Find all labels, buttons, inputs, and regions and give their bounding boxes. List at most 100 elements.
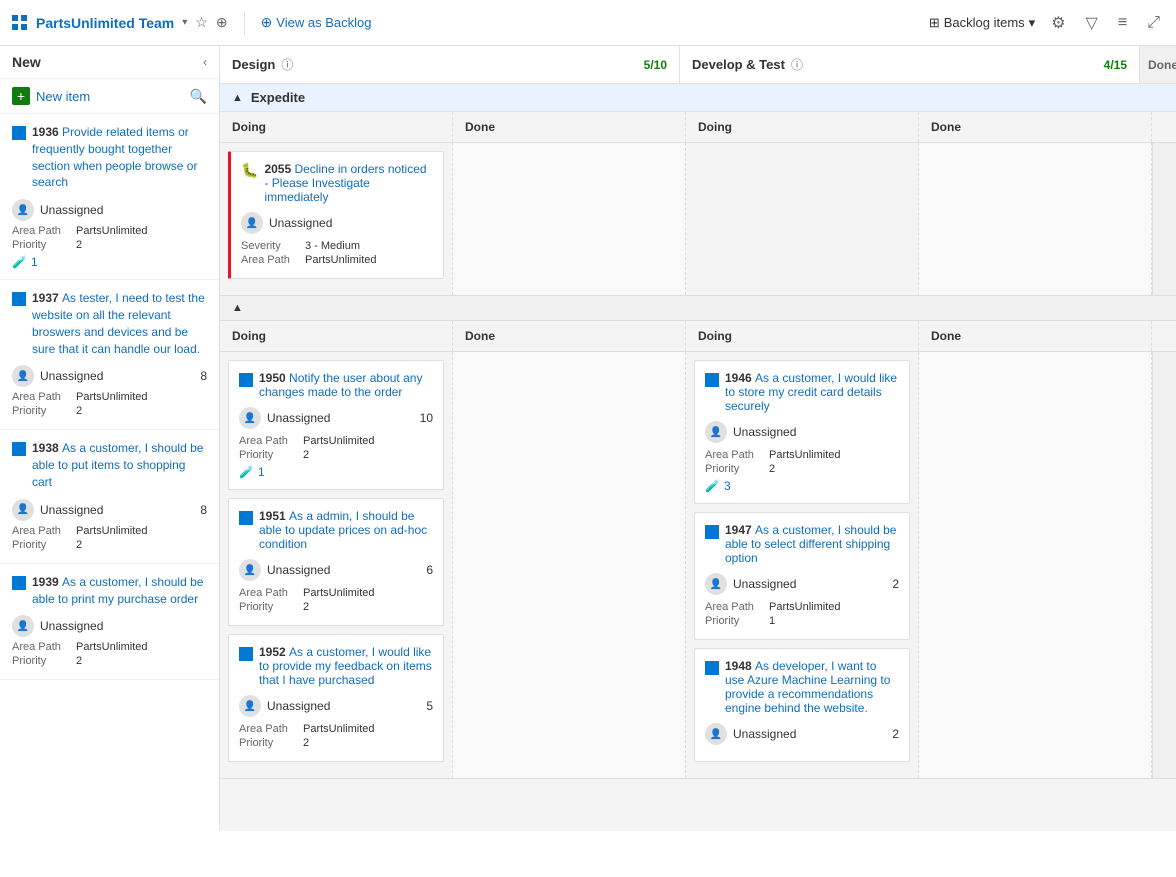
team-chevron-icon[interactable]: ▾ xyxy=(182,17,187,28)
sidebar-toolbar: + New item 🔍 xyxy=(0,79,219,114)
expedite-devtest-done-header: Done xyxy=(919,112,1152,142)
user-story-icon xyxy=(705,373,719,387)
default-design-done-col xyxy=(453,352,686,778)
priority-row: Priority 2 xyxy=(239,601,433,613)
assignee-name: Unassigned xyxy=(733,425,796,439)
card-title-row: 1946 As a customer, I would like to stor… xyxy=(705,371,899,413)
done-label: Done xyxy=(1148,58,1176,72)
area-path-row: Area Path PartsUnlimited xyxy=(239,723,433,735)
assignee-row: 👤 Unassigned xyxy=(12,199,207,221)
card-title-row: 1948 As developer, I want to use Azure M… xyxy=(705,659,899,715)
expedite-design-done-col xyxy=(453,143,686,295)
view-options-icon[interactable]: ≡ xyxy=(1114,10,1131,36)
board-card-1950[interactable]: 1950 Notify the user about any changes m… xyxy=(228,360,444,490)
assignee-row: 👤 Unassigned 8 xyxy=(12,365,207,387)
view-backlog-icon: ⊕ xyxy=(261,14,273,31)
card-count: 2 xyxy=(892,727,899,741)
expedite-swimlane-header[interactable]: ▲ Expedite xyxy=(220,84,1176,112)
backlog-items-button[interactable]: ⊞ Backlog items ▾ xyxy=(929,15,1035,31)
user-story-icon xyxy=(239,511,253,525)
default-swimlane-header[interactable]: ▲ xyxy=(220,296,1176,321)
test-beaker-icon: 🧪 xyxy=(239,465,254,479)
test-count: 1 xyxy=(258,465,265,479)
card-title-row: 1938 As a customer, I should be able to … xyxy=(12,440,207,490)
expedite-devtest-done-col xyxy=(919,143,1152,295)
filter-icon[interactable]: ▽ xyxy=(1082,9,1102,37)
assignee-name: Unassigned xyxy=(267,699,330,713)
design-info-icon: ⓘ xyxy=(281,56,293,73)
user-story-icon xyxy=(239,647,253,661)
expedite-devtest-doing-col xyxy=(686,143,919,295)
header-separator xyxy=(244,11,245,35)
board-card-1951[interactable]: 1951 As a admin, I should be able to upd… xyxy=(228,498,444,626)
sidebar-collapse-button[interactable]: ‹ xyxy=(203,55,207,69)
header-left: PartsUnlimited Team ▾ ☆ ⊕ ⊕ View as Back… xyxy=(12,11,929,35)
favorite-icon[interactable]: ☆ xyxy=(195,14,208,31)
expedite-col-headers: Doing Done Doing Done xyxy=(220,112,1176,143)
assignee-name: Unassigned xyxy=(267,563,330,577)
assignee-row: 👤 Unassigned 8 xyxy=(12,499,207,521)
expedite-design-done-header: Done xyxy=(453,112,686,142)
sidebar-card-1937[interactable]: 1937 As tester, I need to test the websi… xyxy=(0,280,219,430)
board-card-1952[interactable]: 1952 As a customer, I would like to prov… xyxy=(228,634,444,762)
sidebar-card-1939[interactable]: 1939 As a customer, I should be able to … xyxy=(0,564,219,681)
sidebar-card-1938[interactable]: 1938 As a customer, I should be able to … xyxy=(0,430,219,563)
new-item-plus-icon: + xyxy=(12,87,30,105)
view-backlog-button[interactable]: ⊕ View as Backlog xyxy=(261,14,372,31)
backlog-items-label: Backlog items xyxy=(944,15,1025,30)
priority-row: Priority 2 xyxy=(12,239,207,251)
expand-icon[interactable]: ⤢ xyxy=(1143,10,1164,36)
default-devtest-doing-col: 1946 As a customer, I would like to stor… xyxy=(686,352,919,778)
assignee-name: Unassigned xyxy=(733,727,796,741)
new-item-button[interactable]: + New item xyxy=(12,87,90,105)
card-title-row: 1952 As a customer, I would like to prov… xyxy=(239,645,433,687)
priority-row: Priority 2 xyxy=(239,449,433,461)
bug-icon: 🐛 xyxy=(241,162,258,179)
devtest-info-icon: ⓘ xyxy=(791,56,803,73)
sidebar-card-1936[interactable]: 1936 Provide related items or frequently… xyxy=(0,114,219,280)
sprint-icon[interactable]: ⊕ xyxy=(216,14,228,31)
default-cards-row: 1950 Notify the user about any changes m… xyxy=(220,352,1176,778)
board-card-1948[interactable]: 1948 As developer, I want to use Azure M… xyxy=(694,648,910,762)
test-beaker-icon: 🧪 xyxy=(705,479,720,493)
card-assignee-row: 👤 Unassigned 2 xyxy=(705,573,899,595)
board-card-1947[interactable]: 1947 As a customer, I should be able to … xyxy=(694,512,910,640)
avatar: 👤 xyxy=(705,421,727,443)
priority-row: Priority 2 xyxy=(705,463,899,475)
test-row: 🧪 1 xyxy=(12,255,207,269)
user-story-icon xyxy=(705,661,719,675)
card-title-row: 🐛 2055 Decline in orders noticed - Pleas… xyxy=(241,162,433,204)
card-title-row: 1936 Provide related items or frequently… xyxy=(12,124,207,191)
priority-row: Priority 2 xyxy=(12,405,207,417)
card-title-row: 1950 Notify the user about any changes m… xyxy=(239,371,433,399)
new-item-label: New item xyxy=(36,89,90,104)
avatar: 👤 xyxy=(705,573,727,595)
card-assignee-row: 👤 Unassigned xyxy=(705,421,899,443)
card-count: 10 xyxy=(420,411,433,425)
expedite-right-spacer xyxy=(1152,143,1176,295)
area-path-row: Area Path PartsUnlimited xyxy=(705,449,899,461)
app-header: PartsUnlimited Team ▾ ☆ ⊕ ⊕ View as Back… xyxy=(0,0,1176,46)
expedite-cards-row: 🐛 2055 Decline in orders noticed - Pleas… xyxy=(220,143,1176,295)
user-story-icon xyxy=(239,373,253,387)
assignee-name: Unassigned xyxy=(733,577,796,591)
priority-row: Priority 2 xyxy=(12,655,207,667)
area-path-row: Area Path PartsUnlimited xyxy=(239,435,433,447)
search-icon[interactable]: 🔍 xyxy=(190,88,207,105)
card-assignee-row: 👤 Unassigned xyxy=(241,212,433,234)
default-devtest-doing-header: Doing xyxy=(686,321,919,351)
area-path-row: Area Path PartsUnlimited xyxy=(12,525,207,537)
board-card-1946[interactable]: 1946 As a customer, I would like to stor… xyxy=(694,360,910,504)
area-path-row: Area Path PartsUnlimited xyxy=(241,254,433,266)
area-path-row: Area Path PartsUnlimited xyxy=(12,641,207,653)
avatar: 👤 xyxy=(239,695,261,717)
default-scroll-spacer xyxy=(1152,321,1176,351)
user-story-icon xyxy=(12,292,26,306)
board-card-2055[interactable]: 🐛 2055 Decline in orders noticed - Pleas… xyxy=(228,151,444,279)
card-title-row: 1939 As a customer, I should be able to … xyxy=(12,574,207,608)
priority-row: Priority 1 xyxy=(705,615,899,627)
board-area: Design ⓘ 5/10 Develop & Test ⓘ 4/15 Done… xyxy=(220,46,1176,831)
grid-icon xyxy=(12,15,28,31)
settings-icon[interactable]: ⚙ xyxy=(1047,9,1069,37)
area-path-row: Area Path PartsUnlimited xyxy=(705,601,899,613)
